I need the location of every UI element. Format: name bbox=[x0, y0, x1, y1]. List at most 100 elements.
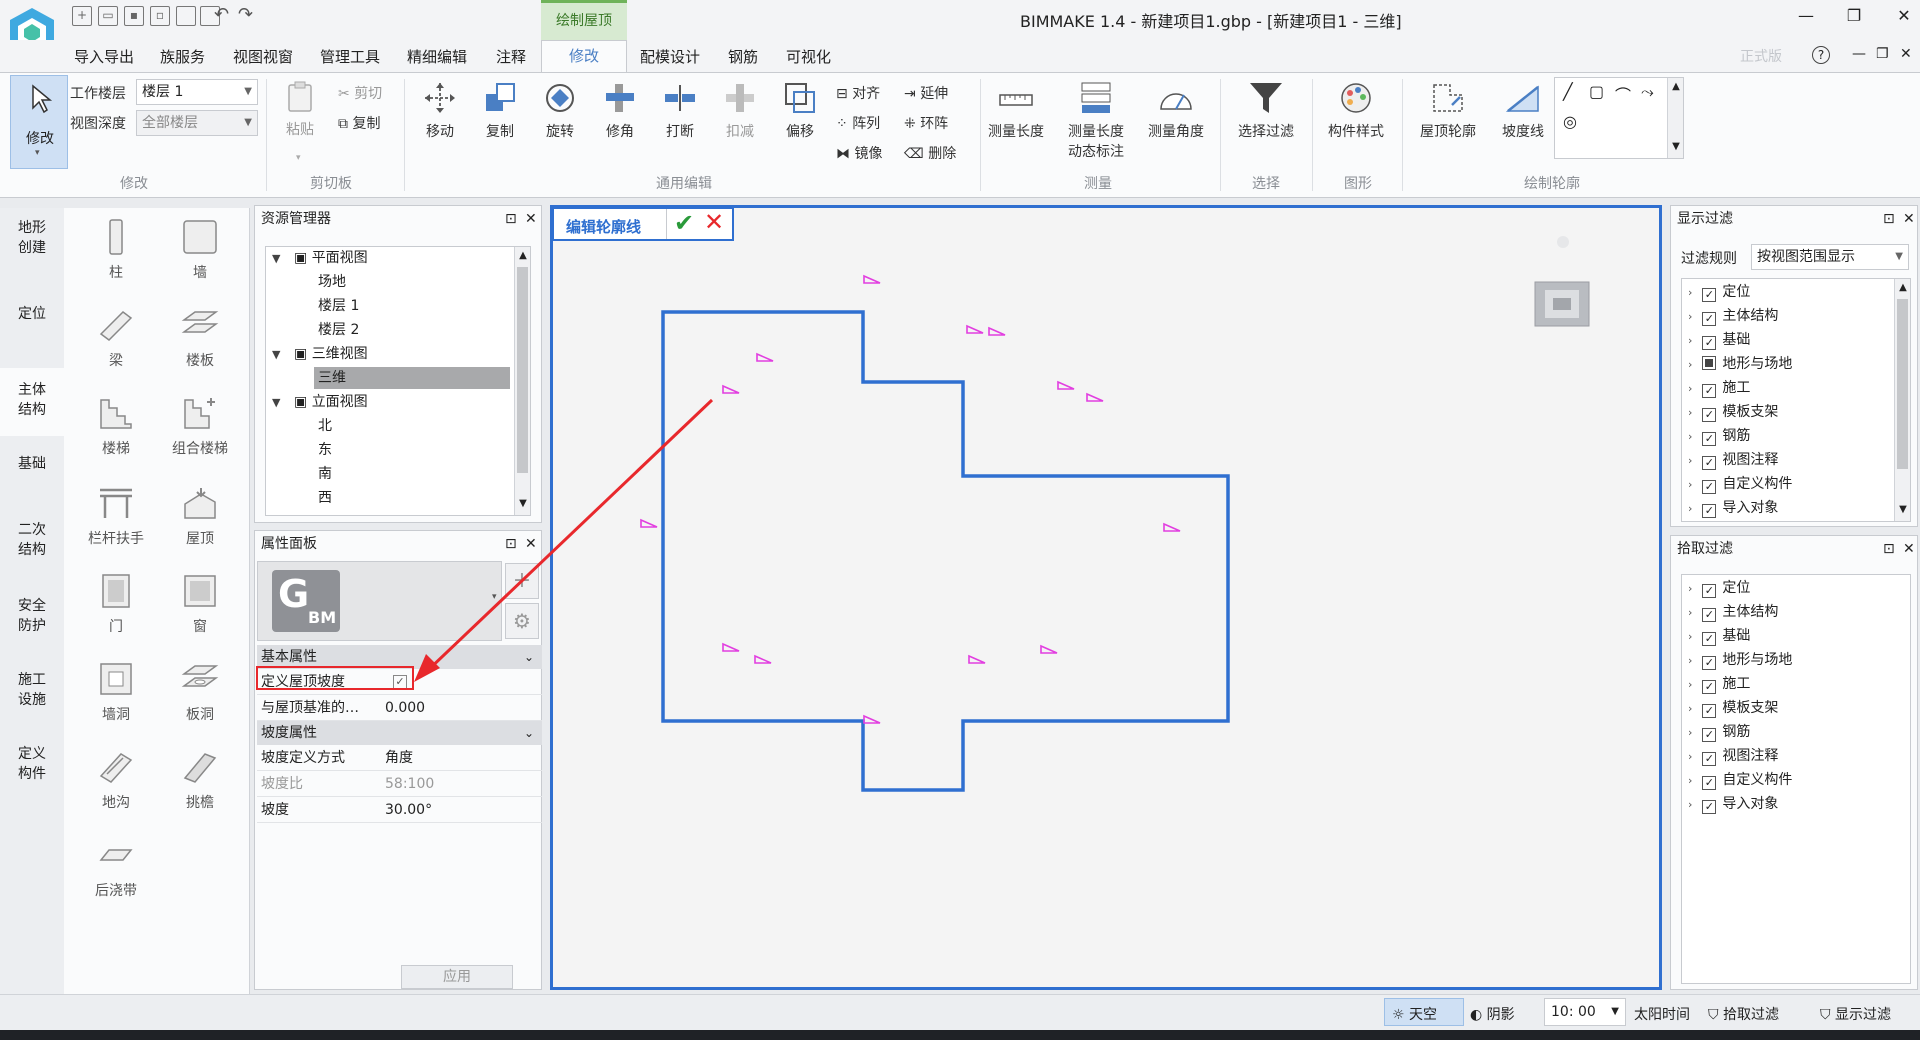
close-icon[interactable]: ✕ bbox=[525, 206, 537, 232]
help-icon[interactable]: ? bbox=[1812, 46, 1830, 64]
rotate-button[interactable]: 旋转 bbox=[534, 81, 586, 141]
tree-node-plan-views[interactable]: ▣ 平面视图 bbox=[294, 247, 368, 269]
deduct-button[interactable]: 扣减 bbox=[714, 81, 766, 141]
chevron-right-icon[interactable]: › bbox=[1688, 478, 1692, 491]
chevron-right-icon[interactable]: › bbox=[1688, 726, 1692, 739]
pin-icon[interactable]: ⊡ bbox=[1883, 206, 1895, 232]
scroll-down-icon[interactable]: ▼ bbox=[1895, 501, 1910, 519]
measure-angle-button[interactable]: 测量角度 bbox=[1144, 81, 1208, 141]
tab-formwork-design[interactable]: 配模设计 bbox=[640, 46, 700, 67]
cut-button[interactable]: ✂ 剪切 bbox=[338, 83, 382, 103]
work-floor-select[interactable]: 楼层 1 ▼ bbox=[136, 79, 258, 105]
filter-checkbox[interactable]: ✓ bbox=[1702, 728, 1717, 742]
nav-custom-component[interactable]: 定义 构件 bbox=[0, 744, 64, 790]
palette-slab-opening[interactable]: 板洞 bbox=[160, 660, 240, 724]
slope-marker-icon[interactable] bbox=[966, 324, 984, 334]
move-button[interactable]: 移动 bbox=[414, 81, 466, 141]
chevron-right-icon[interactable]: › bbox=[1688, 630, 1692, 643]
tree-node-3d-views[interactable]: ▣ 三维视图 bbox=[294, 343, 368, 365]
ribbon-close-icon[interactable]: ✕ bbox=[1900, 46, 1912, 62]
tree-node-site[interactable]: 场地 bbox=[318, 271, 346, 293]
chevron-right-icon[interactable]: › bbox=[1688, 310, 1692, 323]
mirror-button[interactable]: ⧓ 镜像 bbox=[836, 143, 882, 163]
slope-marker-icon[interactable] bbox=[1086, 392, 1104, 402]
palette-wall[interactable]: 墙 bbox=[160, 218, 240, 282]
display-filter-item[interactable]: › ✓ 钢筋 bbox=[1688, 425, 1750, 447]
blank-page-icon[interactable] bbox=[176, 6, 196, 26]
chevron-down-icon[interactable]: ▼ bbox=[272, 348, 280, 361]
apply-button[interactable]: 应用 bbox=[401, 965, 513, 989]
display-filter-item[interactable]: › ✓ 导入对象 bbox=[1688, 497, 1778, 519]
tab-management[interactable]: 管理工具 bbox=[320, 46, 380, 67]
break-button[interactable]: 打断 bbox=[654, 81, 706, 141]
nav-main-structure[interactable]: 主体 结构 bbox=[0, 368, 64, 436]
palette-trench[interactable]: 地沟 bbox=[76, 748, 156, 812]
nav-positioning[interactable]: 定位 bbox=[0, 304, 64, 334]
pick-filter-item[interactable]: › ✓ 自定义构件 bbox=[1688, 769, 1792, 791]
pin-icon[interactable]: ⊡ bbox=[505, 206, 517, 232]
palette-column[interactable]: 柱 bbox=[76, 218, 156, 282]
polyline-tool-icon[interactable]: ⤳ bbox=[1641, 82, 1654, 102]
filter-checkbox[interactable]: ✓ bbox=[1702, 408, 1717, 422]
filter-checkbox[interactable]: ✓ bbox=[1702, 584, 1717, 598]
ribbon-minimize-icon[interactable]: — bbox=[1852, 46, 1866, 62]
slope-marker-icon[interactable] bbox=[988, 326, 1006, 336]
palette-cornice[interactable]: 挑檐 bbox=[160, 748, 240, 812]
chevron-right-icon[interactable]: › bbox=[1688, 406, 1692, 419]
restore-window-icon[interactable]: ❐ bbox=[1844, 6, 1864, 25]
filter-checkbox[interactable]: ✓ bbox=[1702, 800, 1717, 814]
nav-terrain[interactable]: 地形 创建 bbox=[0, 218, 64, 264]
filter-checkbox[interactable]: ✓ bbox=[1702, 608, 1717, 622]
filter-checkbox[interactable]: ✓ bbox=[1702, 384, 1717, 398]
save-as-icon[interactable]: ▫ bbox=[150, 6, 170, 26]
delete-button[interactable]: ⌫ 删除 bbox=[904, 143, 956, 163]
component-style-button[interactable]: 构件样式 bbox=[1322, 81, 1390, 141]
display-filter-item[interactable]: › ✓ 自定义构件 bbox=[1688, 473, 1792, 495]
roof-outline-polygon[interactable] bbox=[661, 310, 1230, 792]
chevron-right-icon[interactable]: › bbox=[1688, 798, 1692, 811]
pick-filter-item[interactable]: › ✓ 地形与场地 bbox=[1688, 649, 1792, 671]
scroll-down-icon[interactable]: ▼ bbox=[1668, 138, 1684, 156]
chevron-right-icon[interactable]: › bbox=[1688, 774, 1692, 787]
palette-door[interactable]: 门 bbox=[76, 572, 156, 636]
nav-safety[interactable]: 安全 防护 bbox=[0, 596, 64, 642]
array-button[interactable]: ⁘ 阵列 bbox=[836, 113, 880, 133]
slope-marker-icon[interactable] bbox=[1040, 644, 1058, 654]
palette-slab[interactable]: 楼板 bbox=[160, 306, 240, 370]
extend-button[interactable]: ⇥ 延伸 bbox=[904, 83, 948, 103]
palette-combined-stair[interactable]: 组合楼梯 bbox=[160, 394, 240, 458]
chevron-right-icon[interactable]: › bbox=[1688, 502, 1692, 515]
slope-marker-icon[interactable] bbox=[1057, 380, 1075, 390]
display-filter-scrollbar[interactable]: ▲ ▼ bbox=[1894, 279, 1910, 521]
chevron-right-icon[interactable]: › bbox=[1688, 454, 1692, 467]
copy-element-button[interactable]: 复制 bbox=[474, 81, 526, 141]
roof-outline-button[interactable]: 屋顶轮廓 bbox=[1412, 81, 1484, 141]
display-filter-item[interactable]: › ✓ 主体结构 bbox=[1688, 305, 1778, 327]
chevron-right-icon[interactable]: › bbox=[1688, 750, 1692, 763]
minimize-window-icon[interactable]: — bbox=[1796, 6, 1816, 25]
tab-import-export[interactable]: 导入导出 bbox=[74, 46, 134, 67]
tree-node-floor-2[interactable]: 楼层 2 bbox=[318, 319, 359, 341]
pick-filter-item[interactable]: › ✓ 钢筋 bbox=[1688, 721, 1750, 743]
slope-line-button[interactable]: 坡度线 bbox=[1494, 81, 1552, 141]
selection-filter-button[interactable]: 选择过滤 bbox=[1232, 81, 1300, 141]
close-window-icon[interactable]: ✕ bbox=[1894, 6, 1914, 25]
pick-filter-item[interactable]: › ✓ 定位 bbox=[1688, 577, 1750, 599]
chevron-right-icon[interactable]: › bbox=[1688, 702, 1692, 715]
tree-node-elevation-views[interactable]: ▣ 立面视图 bbox=[294, 391, 368, 413]
display-filter-item[interactable]: › ✓ 定位 bbox=[1688, 281, 1750, 303]
filter-checkbox[interactable]: ✓ bbox=[1702, 288, 1717, 302]
filter-checkbox[interactable] bbox=[1702, 356, 1717, 370]
chevron-down-icon[interactable]: ▼ bbox=[272, 396, 280, 409]
trim-button[interactable]: 修角 bbox=[594, 81, 646, 141]
filter-checkbox[interactable]: ✓ bbox=[1702, 504, 1717, 518]
filter-checkbox[interactable]: ✓ bbox=[1702, 432, 1717, 446]
tree-node-west[interactable]: 西 bbox=[318, 487, 332, 509]
tree-node-south[interactable]: 南 bbox=[318, 463, 332, 485]
chevron-down-icon[interactable]: ▼ bbox=[272, 252, 280, 265]
modify-button[interactable]: 修改 ▾ bbox=[10, 75, 68, 169]
tab-family-service[interactable]: 族服务 bbox=[160, 46, 205, 67]
arc-tool-icon[interactable]: ⌒ bbox=[1615, 82, 1631, 106]
pick-filter-item[interactable]: › ✓ 导入对象 bbox=[1688, 793, 1778, 815]
palette-railing[interactable]: 栏杆扶手 bbox=[76, 484, 156, 548]
